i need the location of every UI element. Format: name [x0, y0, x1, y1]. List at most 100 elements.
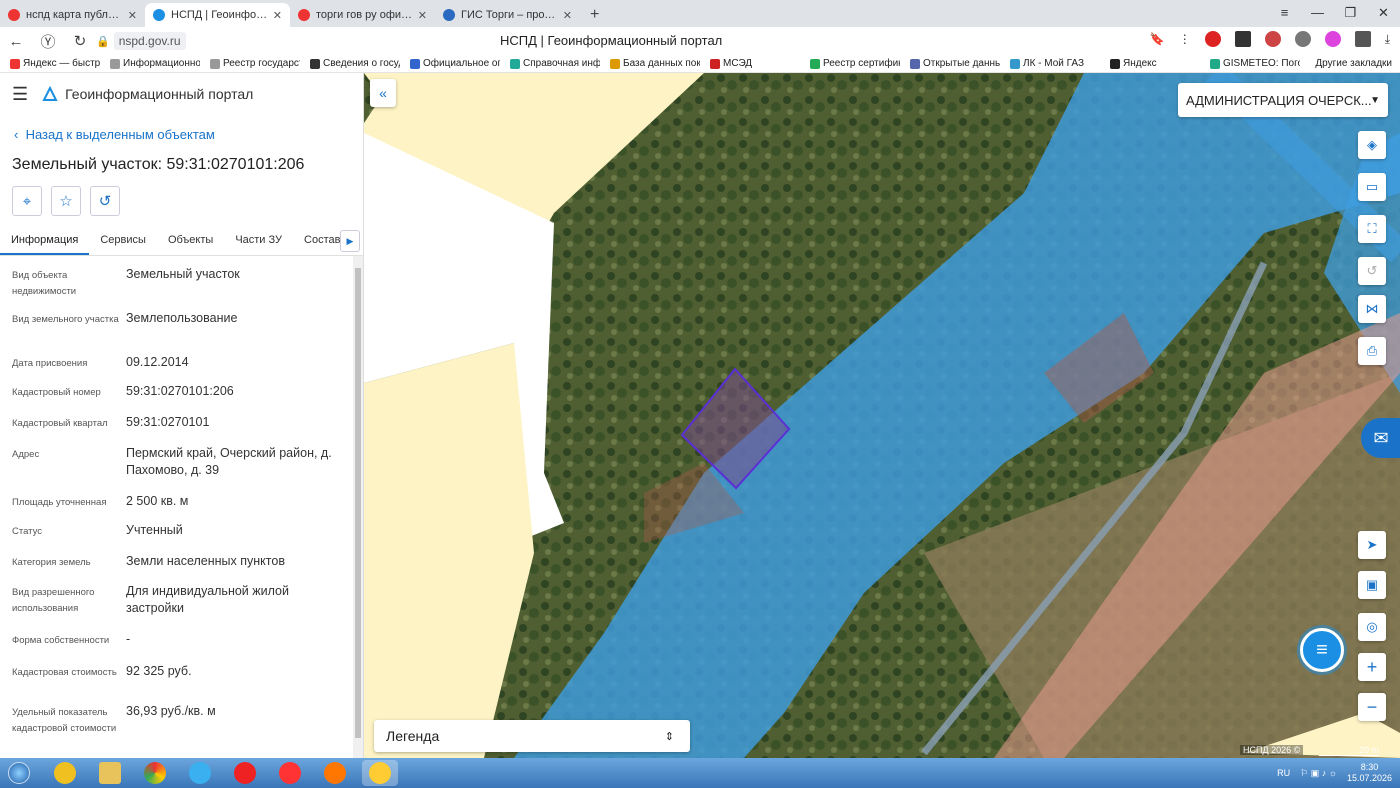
map[interactable]: « АДМИНИСТРАЦИЯ ОЧЕРСК... ▼ ◈ ▭ ⛶ ↺ ⋈ ⎙ ✉…	[364, 73, 1400, 758]
measure-button[interactable]: ▭	[1358, 173, 1386, 201]
geolocation-button[interactable]: ➤	[1358, 531, 1386, 559]
share-icon: ⋈	[1365, 301, 1379, 316]
close-tab-icon[interactable]: ✕	[128, 9, 137, 22]
assistant-button[interactable]: ✉	[1361, 418, 1400, 458]
other-bookmarks[interactable]: Другие закладки	[1309, 58, 1392, 69]
bookmark-item[interactable]: Яндекс — быстрый	[10, 58, 100, 69]
bookmark-favicon-icon	[1110, 58, 1120, 69]
zoom-in-button[interactable]: +	[1358, 653, 1386, 681]
bookmark-item[interactable]: База данных пока	[610, 58, 700, 69]
layers-button[interactable]: ◈	[1358, 131, 1386, 159]
legend-panel[interactable]: Легенда ⇕	[374, 720, 690, 752]
back-to-selected-link[interactable]: ‹ Назад к выделенным объектам	[14, 127, 215, 142]
start-button[interactable]	[0, 759, 38, 787]
yandex-logo-icon[interactable]: Ⓨ	[32, 31, 64, 52]
bookmark-item[interactable]: Официальное оп	[410, 58, 500, 69]
extension-icon[interactable]	[1294, 31, 1311, 47]
browser-tab-3[interactable]: торги гов ру официальный сайт✕	[290, 3, 435, 27]
new-tab-button[interactable]: +	[580, 6, 609, 27]
url-field[interactable]: nspd.gov.ru	[113, 32, 186, 50]
browser-tab-1[interactable]: нспд карта публичная кадастровая✕	[0, 3, 145, 27]
extension-icon[interactable]	[1264, 31, 1281, 47]
ruler-icon: ▭	[1365, 179, 1379, 194]
taskbar-opera[interactable]	[227, 760, 263, 786]
info-value: Для индивидуальной жилой застройки	[126, 584, 289, 615]
extension-icon[interactable]	[1324, 31, 1341, 47]
bookmark-icon[interactable]: 🔖	[1150, 32, 1165, 46]
info-key: Кадастровый квартал	[12, 418, 108, 429]
info-row: Статус Учтенный	[0, 522, 352, 553]
taskbar-yandex[interactable]	[272, 760, 308, 786]
zoom-out-button[interactable]: −	[1358, 693, 1386, 721]
minimize-icon[interactable]: —	[1301, 0, 1334, 26]
browser-tab-4[interactable]: ГИС Торги – продажи государственного✕	[435, 3, 580, 27]
select-area-button[interactable]: ⛶	[1358, 215, 1386, 243]
history-button[interactable]: ↺	[90, 186, 120, 216]
history-map-button[interactable]: ↺	[1358, 257, 1386, 285]
info-row: Вид разрешенного использования Для индиви…	[0, 583, 352, 631]
bookmark-favicon-icon	[910, 58, 920, 69]
collapse-sidebar-button[interactable]: «	[370, 79, 396, 107]
taskbar-chrome[interactable]	[137, 760, 173, 786]
windows-taskbar: RU ⚐ ▣ ♪ ☼ 8:30 15.07.2026	[0, 758, 1400, 788]
extension-icon[interactable]	[1354, 31, 1371, 47]
tray-icons[interactable]: ⚐ ▣ ♪ ☼	[1300, 768, 1337, 779]
downloads-icon[interactable]: ⤓	[1385, 32, 1390, 47]
browser-tab-2[interactable]: НСПД | Геоинформационный портал✕	[145, 3, 290, 27]
object-title: Земельный участок: 59:31:0270101:206	[12, 156, 305, 173]
menu-icon[interactable]: ≡	[1268, 0, 1301, 26]
favorite-button[interactable]: ☆	[51, 186, 81, 216]
language-indicator[interactable]: RU	[1277, 768, 1290, 778]
info-row: Категория земель Земли населенных пунктов	[0, 553, 352, 583]
close-window-icon[interactable]: ✕	[1367, 0, 1400, 26]
close-tab-icon[interactable]: ✕	[563, 9, 572, 22]
reload-icon[interactable]: ↻	[64, 32, 96, 50]
bookmark-item[interactable]: МСЭД	[710, 58, 800, 69]
taskbar-explorer[interactable]	[92, 760, 128, 786]
copyright: НСПД 2026 ©	[1240, 745, 1304, 755]
adblock-icon[interactable]	[1204, 31, 1221, 47]
close-tab-icon[interactable]: ✕	[418, 9, 427, 22]
bookmark-item[interactable]: Реестр сертифик	[810, 58, 900, 69]
zoom-to-object-button[interactable]: ⌖	[12, 186, 42, 216]
bookmark-item[interactable]: Реестр государст	[210, 58, 300, 69]
bookmark-item[interactable]: Яндекс	[1110, 58, 1200, 69]
sidebar-header: ☰ Геоинформационный портал	[0, 73, 363, 115]
taskbar-yandex-browser[interactable]	[362, 760, 398, 786]
tab-objects[interactable]: Объекты	[157, 225, 224, 255]
bookmark-item[interactable]: Сведения о госуд	[310, 58, 400, 69]
chat-button[interactable]: ≡	[1300, 628, 1344, 672]
administration-select[interactable]: АДМИНИСТРАЦИЯ ОЧЕРСК... ▼	[1178, 83, 1388, 117]
sidebar-scrollbar[interactable]	[353, 256, 363, 758]
taskbar-app-1[interactable]	[47, 760, 83, 786]
bookmark-item[interactable]: Открытые данны	[910, 58, 1000, 69]
info-value: 09.12.2014	[126, 355, 189, 369]
back-arrow-icon[interactable]: ←	[0, 33, 32, 50]
tab-parts[interactable]: Части ЗУ	[224, 225, 293, 255]
clock[interactable]: 8:30 15.07.2026	[1347, 762, 1392, 784]
restore-icon[interactable]: ❐	[1334, 0, 1367, 26]
chevron-down-icon: ▼	[1370, 94, 1380, 106]
print-icon: ⎙	[1366, 343, 1378, 358]
tabs-scroll-right-button[interactable]: ▶	[340, 230, 360, 252]
bookmark-favicon-icon	[1210, 58, 1220, 69]
minimap-button[interactable]: ▣	[1358, 571, 1386, 599]
hamburger-menu-icon[interactable]: ☰	[12, 84, 28, 105]
bookmark-item[interactable]: Справочная инфо	[510, 58, 600, 69]
location-search-button[interactable]: ◎	[1358, 613, 1386, 641]
tab-services[interactable]: Сервисы	[89, 225, 157, 255]
bookmark-item[interactable]: Информационно	[110, 58, 200, 69]
bookmark-item[interactable]: ЛК - Мой ГАЗ	[1010, 58, 1100, 69]
firefox-icon	[324, 762, 346, 784]
bookmark-item[interactable]: GISMETEO: Погод	[1210, 58, 1300, 69]
taskbar-ie[interactable]	[182, 760, 218, 786]
tab-information[interactable]: Информация	[0, 225, 90, 255]
more-icon[interactable]: ⋮	[1179, 32, 1191, 46]
close-tab-icon[interactable]: ✕	[273, 9, 282, 22]
taskbar-firefox[interactable]	[317, 760, 353, 786]
print-button[interactable]: ⎙	[1358, 337, 1386, 365]
info-list: Вид объекта недвижимости Земельный участо…	[0, 266, 352, 747]
share-button[interactable]: ⋈	[1358, 295, 1386, 323]
extension-icon[interactable]	[1234, 31, 1251, 47]
info-row: Вид земельного участка Землепользование	[0, 310, 352, 354]
